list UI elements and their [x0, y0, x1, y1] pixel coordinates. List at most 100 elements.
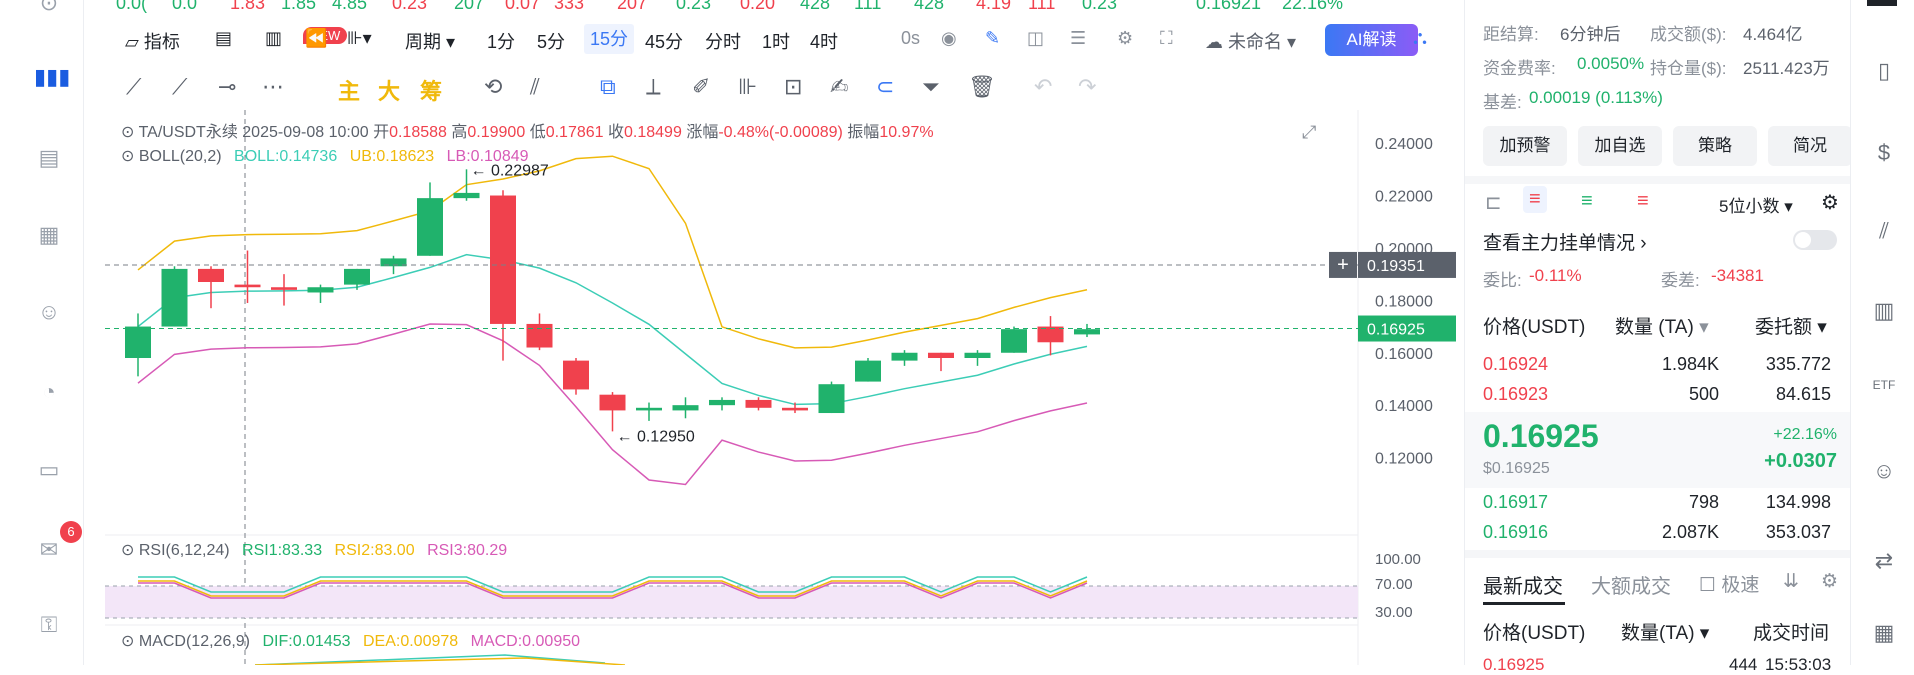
candle-body	[782, 407, 808, 411]
divider	[1465, 550, 1851, 558]
line-tool-icon[interactable]: ⟋	[126, 74, 141, 100]
interval-4h[interactable]: 4时	[810, 28, 838, 54]
trend-icon[interactable]: ⫽	[1871, 218, 1897, 244]
copy-icon[interactable]: ⧉	[600, 74, 616, 100]
candle-body	[636, 407, 662, 411]
magnet-icon[interactable]: ⊂	[876, 74, 894, 100]
main-indicator-tool[interactable]: 主	[338, 74, 360, 106]
brush-icon[interactable]: ✐	[692, 74, 710, 100]
ticker-value: 207	[454, 0, 485, 13]
settings-icon[interactable]: ⚙	[1117, 28, 1133, 49]
template-dropdown[interactable]: ☁ 未命名 ▾	[1205, 28, 1296, 54]
rsi-tick-label: 30.00	[1375, 604, 1413, 621]
panel-icon[interactable]: ▥	[265, 28, 282, 49]
redo-icon[interactable]: ↷	[1078, 74, 1096, 100]
book-col-qty[interactable]: 数量 (TA) ▾	[1615, 312, 1709, 339]
book-settings-icon[interactable]: ⚙	[1821, 190, 1839, 215]
book-col-amount-label: 委托额	[1755, 317, 1813, 338]
interval-timeshare[interactable]: 分时	[705, 28, 741, 54]
wallet-icon[interactable]: ▭	[34, 455, 64, 485]
add-alert-button[interactable]: 加预警	[1483, 126, 1567, 166]
period-dropdown[interactable]: 周期 ▾	[405, 28, 455, 54]
candles-icon[interactable]: ⊪	[738, 74, 757, 100]
share-icon[interactable]: ⛬	[1413, 27, 1427, 50]
camera-icon[interactable]: ◉	[941, 28, 957, 49]
search-icon[interactable]: ⊙	[34, 0, 64, 18]
replay-icon[interactable]: ⏪	[305, 28, 327, 49]
precision-dropdown[interactable]: 5位小数 ▾	[1719, 192, 1793, 217]
bot-icon[interactable]: ☺	[1871, 458, 1897, 484]
undo-icon[interactable]: ↶	[1034, 74, 1052, 100]
overview-button[interactable]: 简况	[1768, 126, 1852, 166]
book-both-icon[interactable]: ⊏	[1485, 190, 1502, 215]
ruler-icon[interactable]: ⟂	[646, 74, 661, 100]
strategy-button[interactable]: 策略	[1673, 126, 1757, 166]
analytics-icon[interactable]: ◔	[34, 377, 64, 407]
interval-1m[interactable]: 1分	[487, 28, 515, 54]
ask-row[interactable]: 0.16924 1.984K 335.772	[1483, 354, 1839, 382]
book-col-amount[interactable]: 委托额 ▾	[1755, 312, 1827, 339]
tab-large-trades[interactable]: 大额成交	[1591, 570, 1671, 599]
chart-canvas[interactable]: 0.240000.220000.200000.180000.160000.140…	[105, 110, 1458, 665]
ask-row[interactable]: 0.16923 500 84.615	[1483, 384, 1839, 412]
layout-icon[interactable]: ▤	[215, 28, 232, 49]
notes-icon[interactable]: ▯	[1871, 58, 1897, 84]
trade-col-qty[interactable]: 数量(TA) ▾	[1621, 618, 1709, 645]
ray-tool-icon[interactable]: ⟋	[172, 74, 187, 100]
interval-5m[interactable]: 5分	[537, 28, 565, 54]
filter-icon[interactable]: ⏷	[922, 74, 940, 100]
news-icon[interactable]: ▤	[34, 143, 64, 173]
draw-toggle-icon[interactable]: ◫	[1027, 28, 1044, 49]
indicator-button[interactable]: ▱ 指标	[125, 28, 180, 54]
expand-icon[interactable]: ⤢	[1302, 122, 1316, 143]
book-asks-icon[interactable]: ≡	[1637, 190, 1649, 213]
big-indicator-tool[interactable]: 大	[378, 74, 400, 106]
sync-icon[interactable]: ⟲	[484, 74, 502, 100]
fullscreen-icon[interactable]: ⛶	[1160, 28, 1173, 49]
book-bids-icon[interactable]: ≡	[1581, 190, 1593, 213]
interval-15m[interactable]: 15分	[584, 24, 635, 54]
bid-row[interactable]: 0.16917 798 134.998	[1483, 492, 1839, 520]
kline-chart[interactable]: 0.24000 0.22000 0.20000 0.18000 0.16000 0.140…	[105, 110, 1458, 665]
bid-row[interactable]: 0.16916 2.087K 353.037	[1483, 522, 1839, 550]
note-icon[interactable]: ✍	[830, 74, 848, 100]
more-tools-icon[interactable]: ⋯	[262, 74, 284, 100]
tab-latest-trades[interactable]: 最新成交	[1483, 570, 1563, 599]
message-icon[interactable]: ✉	[34, 535, 64, 565]
bar-chart-icon[interactable]: ▥	[1871, 298, 1897, 324]
horizontal-line-icon[interactable]: ⊸	[218, 74, 236, 100]
lock-icon[interactable]: ⊡	[784, 74, 802, 100]
collapse-icon[interactable]: ⊙	[121, 124, 134, 141]
boll-info: ⊙ BOLL(20,2) BOLL:0.14736 UB:0.18623 LB:…	[121, 146, 529, 166]
collapse-icon[interactable]: ⊙	[121, 633, 134, 650]
close-label: 收	[608, 124, 625, 141]
chart-icon[interactable]: ▮▮▮	[34, 62, 70, 92]
fast-mode-checkbox[interactable]: ☐ 极速	[1699, 570, 1759, 597]
main-orders-link[interactable]: 查看主力挂单情况 ›	[1483, 228, 1647, 255]
swap-icon[interactable]: ⇄	[1871, 548, 1897, 574]
pen-icon[interactable]: ✎	[985, 28, 1000, 49]
fib-icon[interactable]: ⫽	[530, 74, 540, 100]
list-icon[interactable]: ☰	[1070, 28, 1086, 49]
ai-analysis-button[interactable]: AI解读	[1325, 24, 1418, 56]
interval-45m[interactable]: 45分	[645, 28, 683, 54]
grid-icon[interactable]: ▦	[1871, 620, 1897, 646]
key-icon[interactable]: ⚿	[34, 610, 64, 640]
trade-settings-icon[interactable]: ⚙	[1821, 570, 1838, 593]
collapse-icon[interactable]: ⊙	[121, 542, 134, 559]
ticker-value: 0.16921	[1196, 0, 1262, 13]
chips-indicator-tool[interactable]: 筹	[420, 74, 442, 106]
robot-icon[interactable]: ☺	[34, 297, 64, 327]
interval-1h[interactable]: 1时	[762, 28, 790, 54]
trash-icon[interactable]: 🗑	[968, 74, 996, 100]
dollar-icon[interactable]: $	[1871, 140, 1897, 166]
main-orders-toggle[interactable]	[1793, 230, 1837, 250]
etf-icon[interactable]: ETF	[1871, 378, 1897, 404]
document-icon[interactable]: ▦	[34, 220, 64, 250]
book-split-icon[interactable]: ≡	[1523, 186, 1547, 213]
chart-type-icon[interactable]: ⊪▾	[347, 28, 372, 49]
add-watchlist-button[interactable]: 加自选	[1578, 126, 1662, 166]
trade-filter-icon[interactable]: ⇊	[1783, 570, 1799, 593]
collapse-icon[interactable]: ⊙	[121, 148, 134, 165]
candle-body	[709, 399, 735, 406]
